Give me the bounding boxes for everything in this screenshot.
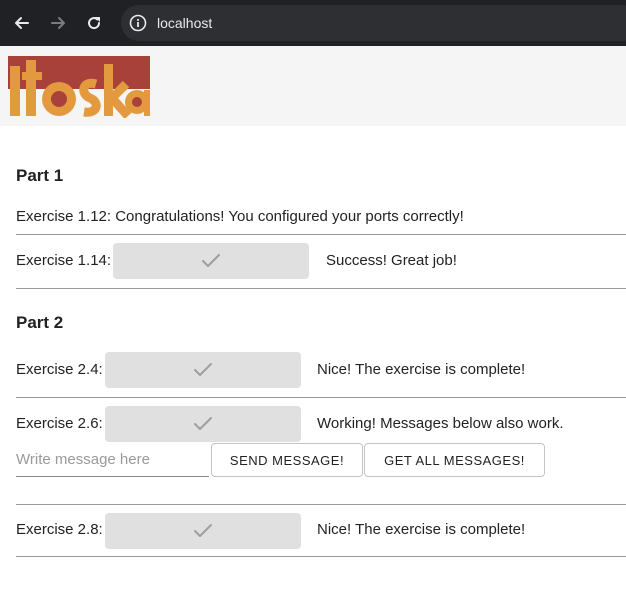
- divider: [16, 504, 626, 505]
- exercise-2-8-status: Nice! The exercise is complete!: [317, 521, 526, 538]
- divider: [16, 397, 626, 398]
- exercise-1-12-text: Exercise 1.12: Congratulations! You conf…: [16, 208, 464, 225]
- exercise-2-8-button[interactable]: [105, 513, 301, 549]
- browser-toolbar: localhost: [0, 0, 626, 46]
- site-header: [0, 46, 626, 126]
- info-icon[interactable]: [129, 14, 147, 32]
- toska-logo: [8, 56, 150, 118]
- exercise-2-4-status: Nice! The exercise is complete!: [317, 361, 526, 378]
- reload-button[interactable]: [76, 0, 112, 46]
- exercise-2-6-status: Working! Messages below also work.: [317, 415, 564, 432]
- exercise-2-4-label: Exercise 2.4:: [16, 361, 103, 378]
- url-text: localhost: [157, 15, 213, 31]
- exercise-1-14-label: Exercise 1.14:: [16, 252, 112, 269]
- exercise-2-6-button[interactable]: [105, 406, 301, 442]
- address-bar[interactable]: localhost: [121, 5, 626, 41]
- divider: [16, 556, 626, 557]
- exercise-2-4-button[interactable]: [105, 352, 301, 388]
- arrow-right-icon: [51, 17, 65, 29]
- reload-icon: [88, 17, 101, 30]
- exercise-2-8-label: Exercise 2.8:: [16, 521, 103, 538]
- forward-button[interactable]: [40, 0, 76, 46]
- check-icon: [194, 524, 212, 537]
- exercise-1-14-button[interactable]: [113, 243, 309, 279]
- send-message-button[interactable]: SEND MESSAGE!: [211, 443, 363, 477]
- part2-heading: Part 2: [16, 313, 64, 332]
- message-input[interactable]: [16, 442, 209, 477]
- get-all-messages-button[interactable]: GET ALL MESSAGES!: [364, 443, 545, 477]
- arrow-left-icon: [15, 17, 29, 29]
- exercise-2-6-label: Exercise 2.6:: [16, 415, 103, 432]
- back-button[interactable]: [4, 0, 40, 46]
- exercise-1-14-status: Success! Great job!: [326, 252, 457, 269]
- part1-heading: Part 1: [16, 166, 64, 185]
- check-icon: [194, 363, 212, 376]
- divider: [16, 234, 626, 235]
- divider: [16, 288, 626, 289]
- check-icon: [194, 417, 212, 430]
- check-icon: [202, 254, 220, 267]
